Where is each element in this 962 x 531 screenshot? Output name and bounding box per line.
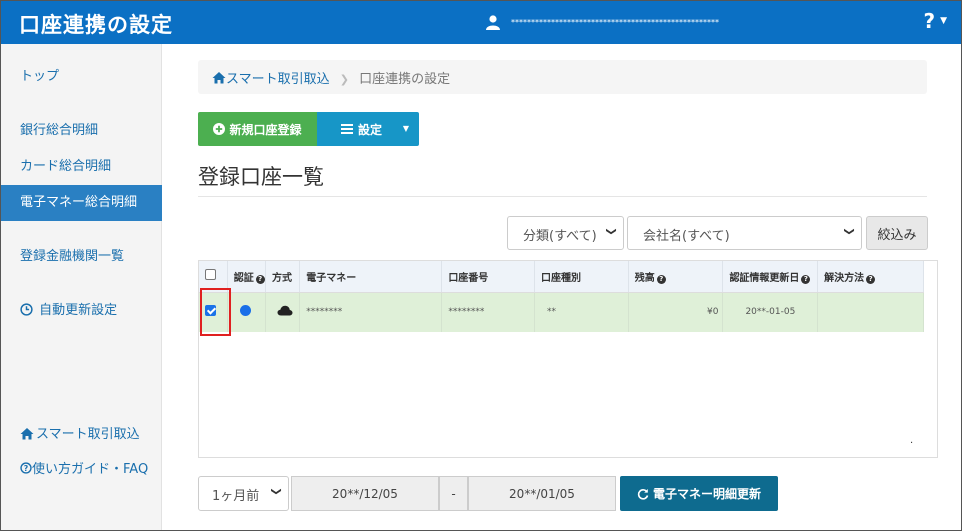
account-number-cell: ********	[441, 292, 536, 332]
sidebar-item-label: カード総合明細	[20, 159, 112, 174]
sidebar-item-card[interactable]: カード総合明細	[1, 149, 162, 185]
accounts-table-container: 認証? 方式 電子マネー 口座番号 口座種別 残高? 認証情報更新日? 解決方法…	[198, 260, 938, 458]
date-from-field[interactable]: 20**/12/05	[291, 476, 439, 511]
sidebar-item-institutions[interactable]: 登録金融機関一覧	[1, 239, 162, 275]
section-title: 登録口座一覧	[198, 165, 324, 189]
sidebar: トップ 銀行総合明細 カード総合明細 電子マネー総合明細 登録金融機関一覧 自動…	[1, 44, 162, 530]
category-select[interactable]: 分類(すべて) ❯	[507, 216, 624, 250]
sidebar-item-label: 電子マネー総合明細	[20, 195, 138, 210]
breadcrumb-separator-icon: ❯	[339, 73, 349, 86]
date-separator: -	[439, 476, 468, 511]
chevron-down-icon: ❯	[843, 227, 855, 236]
sidebar-item-top[interactable]: トップ	[1, 59, 162, 95]
sidebar-item-label: 使い方ガイド・FAQ	[32, 462, 149, 477]
sidebar-item-smart-import[interactable]: スマート取引取込	[1, 417, 162, 453]
column-header-account-type: 口座種別	[534, 261, 629, 293]
period-select-value: 1ヶ月前	[212, 489, 260, 504]
filter-button[interactable]: 絞込み	[866, 216, 928, 250]
sidebar-item-label: 登録金融機関一覧	[20, 249, 125, 264]
checkbox-highlight-box	[200, 288, 231, 336]
settings-label: 設定	[358, 122, 383, 137]
caret-down-icon: ▼	[940, 16, 947, 26]
app-window: 口座連携の設定 ********************************…	[0, 0, 962, 531]
update-statement-label: 電子マネー明細更新	[652, 487, 761, 501]
list-icon	[341, 124, 353, 134]
company-select-value: 会社名(すべて)	[643, 229, 730, 244]
solution-cell	[817, 292, 924, 332]
user-icon	[486, 15, 500, 30]
column-header-solution: 解決方法?	[817, 261, 924, 293]
help-icon[interactable]: ?	[656, 274, 666, 284]
divider	[198, 196, 927, 197]
clock-icon	[20, 303, 33, 316]
breadcrumb-home-link[interactable]: スマート取引取込	[226, 72, 330, 87]
update-statement-button[interactable]: 電子マネー明細更新	[620, 476, 778, 511]
sidebar-item-guide[interactable]: ? 使い方ガイド・FAQ	[20, 460, 150, 479]
help-icon[interactable]: ?	[255, 274, 265, 284]
column-header-updated: 認証情報更新日?	[722, 261, 819, 293]
column-header-account-number: 口座番号	[441, 261, 536, 293]
period-select[interactable]: 1ヶ月前 ❯	[198, 476, 289, 511]
table-header-row: 認証? 方式 電子マネー 口座番号 口座種別 残高? 認証情報更新日? 解決方法…	[199, 261, 924, 293]
sidebar-item-label: 自動更新設定	[39, 303, 118, 318]
new-account-button[interactable]: 新規口座登録	[198, 112, 317, 146]
help-icon[interactable]: ?	[866, 274, 876, 284]
sidebar-item-label: 銀行総合明細	[20, 123, 99, 138]
chevron-down-icon: ❯	[270, 487, 282, 496]
updated-date-cell: 20**-01-05	[722, 292, 819, 332]
column-header-auth: 認証?	[227, 261, 266, 293]
auth-status-cell	[227, 292, 266, 332]
sidebar-item-label: スマート取引取込	[36, 427, 140, 442]
caret-down-icon: ▼	[402, 124, 409, 133]
column-header-emoney: 電子マネー	[299, 261, 443, 293]
settings-dropdown-button[interactable]: 設定 ▼	[317, 112, 419, 146]
user-name: ****************************************…	[511, 17, 719, 27]
method-cell	[265, 292, 301, 332]
sidebar-item-auto-update[interactable]: 自動更新設定	[1, 293, 162, 329]
main-content: スマート取引取込 ❯ 口座連携の設定 新規口座登録 設定 ▼ 登録口座一覧 分類…	[162, 44, 961, 530]
plus-circle-icon	[213, 123, 226, 135]
refresh-icon	[637, 488, 649, 500]
select-all-checkbox[interactable]	[205, 269, 216, 281]
date-to-field[interactable]: 20**/01/05	[468, 476, 616, 511]
category-select-value: 分類(すべて)	[523, 229, 597, 244]
company-select[interactable]: 会社名(すべて) ❯	[627, 216, 862, 250]
breadcrumb-current: 口座連携の設定	[359, 72, 451, 87]
column-header-method: 方式	[265, 261, 301, 293]
emoney-cell: ********	[299, 292, 443, 332]
breadcrumb: スマート取引取込 ❯ 口座連携の設定	[198, 60, 927, 94]
sidebar-item-label: トップ	[20, 69, 60, 84]
sidebar-item-bank[interactable]: 銀行総合明細	[1, 113, 162, 149]
app-header: 口座連携の設定 ********************************…	[1, 1, 961, 44]
chevron-down-icon: ❯	[605, 227, 617, 236]
home-icon	[212, 72, 226, 84]
home-icon	[20, 428, 34, 440]
table-row[interactable]: ******** ******** ** ¥0 20**-01-05	[199, 292, 924, 332]
page-title: 口座連携の設定	[19, 13, 173, 37]
balance-cell: ¥0	[628, 292, 724, 332]
user-menu[interactable]: ****************************************…	[485, 14, 719, 30]
question-circle-icon: ?	[20, 462, 32, 474]
column-header-balance: 残高?	[628, 261, 724, 293]
svg-text:?: ?	[24, 464, 28, 473]
decorative-dot: .	[910, 435, 914, 446]
account-type-cell: **	[534, 292, 629, 332]
accounts-table: 認証? 方式 電子マネー 口座番号 口座種別 残高? 認証情報更新日? 解決方法…	[199, 261, 924, 332]
sidebar-item-emoney[interactable]: 電子マネー総合明細	[1, 185, 162, 221]
help-menu-button[interactable]: ? ▼	[923, 9, 947, 33]
auth-status-dot-icon	[239, 305, 251, 317]
help-icon: ?	[923, 9, 936, 33]
help-icon[interactable]: ?	[801, 274, 811, 284]
cloud-icon	[277, 306, 293, 316]
new-account-label: 新規口座登録	[229, 122, 302, 137]
